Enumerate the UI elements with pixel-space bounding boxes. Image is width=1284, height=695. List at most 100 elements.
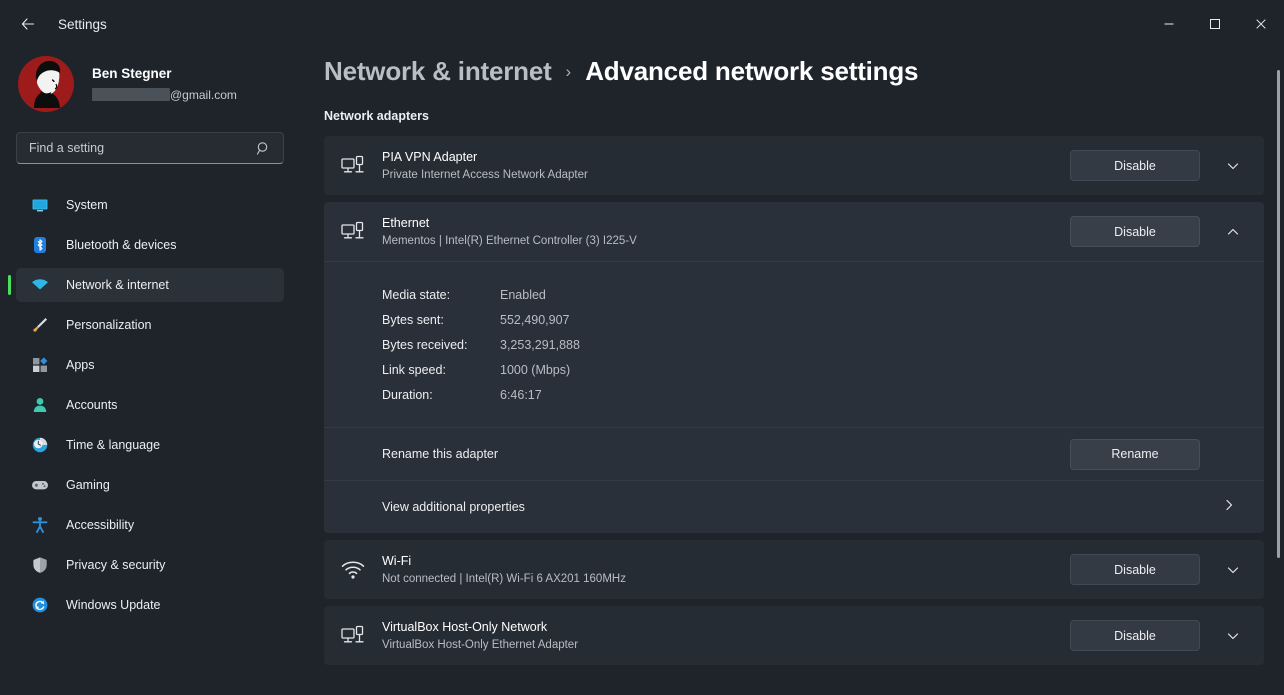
scrollbar[interactable] — [1277, 70, 1280, 558]
sidebar-item-accessibility[interactable]: Accessibility — [16, 508, 284, 542]
sidebar-item-label: Bluetooth & devices — [66, 238, 177, 252]
rename-adapter-row: Rename this adapter Rename — [324, 428, 1264, 480]
clock-icon — [30, 435, 50, 455]
monitor-icon — [30, 195, 50, 215]
sidebar-item-label: Accessibility — [66, 518, 135, 532]
detail-value: 3,253,291,888 — [500, 337, 580, 352]
adapter-subtitle: Mementos | Intel(R) Ethernet Controller … — [382, 234, 637, 247]
sidebar-item-apps[interactable]: Apps — [16, 348, 284, 382]
breadcrumb-parent[interactable]: Network & internet — [324, 56, 552, 87]
network-adapter-icon — [340, 155, 366, 177]
chevron-down-icon — [1227, 566, 1239, 573]
expand-toggle[interactable] — [1216, 620, 1250, 651]
apps-grid-icon — [30, 355, 50, 375]
adapter-list: PIA VPN Adapter Private Internet Access … — [324, 136, 1264, 665]
accessibility-icon — [30, 515, 50, 535]
adapter-name: Wi-Fi — [382, 553, 412, 568]
search-box[interactable] — [16, 132, 284, 164]
app-title: Settings — [58, 16, 107, 32]
sidebar-item-label: System — [66, 198, 108, 212]
adapter-header[interactable]: Ethernet Mementos | Intel(R) Ethernet Co… — [324, 202, 1264, 261]
rename-label: Rename this adapter — [382, 447, 499, 461]
detail-row: Bytes received: 3,253,291,888 — [382, 332, 1264, 357]
network-adapter-icon — [340, 625, 366, 647]
maximize-button[interactable] — [1192, 0, 1238, 48]
sidebar-nav: System Bluetooth & devices Network & int… — [8, 188, 308, 622]
account-name: Ben Stegner — [92, 65, 172, 81]
network-adapter-icon — [340, 221, 366, 243]
sidebar-item-windows-update[interactable]: Windows Update — [16, 588, 284, 622]
update-refresh-icon — [30, 595, 50, 615]
adapter-card-wifi: Wi-Fi Not connected | Intel(R) Wi-Fi 6 A… — [324, 540, 1264, 599]
sidebar-item-label: Gaming — [66, 478, 110, 492]
adapter-subtitle: Not connected | Intel(R) Wi-Fi 6 AX201 1… — [382, 572, 626, 585]
sidebar-item-label: Privacy & security — [66, 558, 166, 572]
sidebar-item-gaming[interactable]: Gaming — [16, 468, 284, 502]
maximize-icon — [1210, 19, 1220, 29]
close-button[interactable] — [1238, 0, 1284, 48]
expand-toggle[interactable] — [1216, 554, 1250, 585]
sidebar-item-label: Windows Update — [66, 598, 161, 612]
gamepad-icon — [30, 475, 50, 495]
sidebar-item-label: Network & internet — [66, 278, 169, 292]
adapter-header[interactable]: VirtualBox Host-Only Network VirtualBox … — [324, 606, 1264, 665]
sidebar-item-label: Apps — [66, 358, 95, 372]
chevron-down-icon — [1227, 632, 1239, 639]
properties-label: View additional properties — [382, 500, 525, 514]
close-icon — [1256, 19, 1266, 29]
wifi-signal-icon — [340, 560, 366, 580]
minimize-button[interactable] — [1146, 0, 1192, 48]
collapse-toggle[interactable] — [1216, 216, 1250, 247]
expand-toggle[interactable] — [1216, 150, 1250, 181]
avatar — [16, 54, 76, 114]
rename-button[interactable]: Rename — [1070, 438, 1200, 470]
disable-button[interactable]: Disable — [1070, 620, 1200, 651]
disable-button[interactable]: Disable — [1070, 554, 1200, 585]
detail-key: Media state: — [382, 287, 451, 302]
title-bar: Settings — [0, 0, 1284, 48]
adapter-name: VirtualBox Host-Only Network — [382, 619, 548, 634]
sidebar-item-bluetooth-devices[interactable]: Bluetooth & devices — [16, 228, 284, 262]
scrollbar-thumb[interactable] — [1277, 70, 1280, 558]
sidebar-item-system[interactable]: System — [16, 188, 284, 222]
adapter-subtitle: Private Internet Access Network Adapter — [382, 168, 588, 181]
email-redaction — [92, 88, 170, 101]
paintbrush-icon — [30, 315, 50, 335]
sidebar: Ben Stegner @gmail.com Find a setting Sy… — [0, 48, 308, 695]
shield-icon — [30, 555, 50, 575]
sidebar-item-accounts[interactable]: Accounts — [16, 388, 284, 422]
view-additional-properties-row[interactable]: View additional properties — [324, 481, 1264, 533]
bluetooth-icon — [30, 235, 50, 255]
adapter-header[interactable]: Wi-Fi Not connected | Intel(R) Wi-Fi 6 A… — [324, 540, 1264, 599]
adapter-header[interactable]: PIA VPN Adapter Private Internet Access … — [324, 136, 1264, 195]
detail-key: Bytes received: — [382, 337, 468, 352]
adapter-subtitle: VirtualBox Host-Only Ethernet Adapter — [382, 638, 579, 651]
sidebar-item-label: Time & language — [66, 438, 161, 452]
page-title: Advanced network settings — [585, 56, 919, 86]
account-block[interactable]: Ben Stegner @gmail.com — [16, 54, 308, 114]
back-button[interactable] — [10, 9, 46, 39]
wifi-icon — [30, 275, 50, 295]
sidebar-item-privacy-security[interactable]: Privacy & security — [16, 548, 284, 582]
disable-button[interactable]: Disable — [1070, 216, 1200, 247]
detail-key: Bytes sent: — [382, 312, 444, 327]
adapter-card-virtualbox: VirtualBox Host-Only Network VirtualBox … — [324, 606, 1264, 665]
adapter-name: PIA VPN Adapter — [382, 149, 478, 164]
detail-row: Media state: Enabled — [382, 282, 1264, 307]
search-input[interactable] — [17, 133, 242, 163]
sidebar-item-personalization[interactable]: Personalization — [16, 308, 284, 342]
window-controls — [1146, 0, 1284, 48]
detail-value: 6:46:17 — [500, 387, 542, 402]
chevron-up-icon — [1227, 228, 1239, 235]
account-email: @gmail.com — [92, 86, 237, 104]
detail-value: Enabled — [500, 287, 546, 302]
sidebar-item-time-language[interactable]: Time & language — [16, 428, 284, 462]
disable-button[interactable]: Disable — [1070, 150, 1200, 181]
sidebar-item-network-internet[interactable]: Network & internet — [8, 268, 284, 302]
adapter-name: Ethernet — [382, 215, 430, 230]
section-label: Network adapters — [324, 109, 429, 123]
email-domain: @gmail.com — [170, 87, 237, 102]
sidebar-item-label: Accounts — [66, 398, 118, 412]
detail-row: Bytes sent: 552,490,907 — [382, 307, 1264, 332]
adapter-details: Media state: Enabled Bytes sent: 552,490… — [324, 262, 1264, 427]
